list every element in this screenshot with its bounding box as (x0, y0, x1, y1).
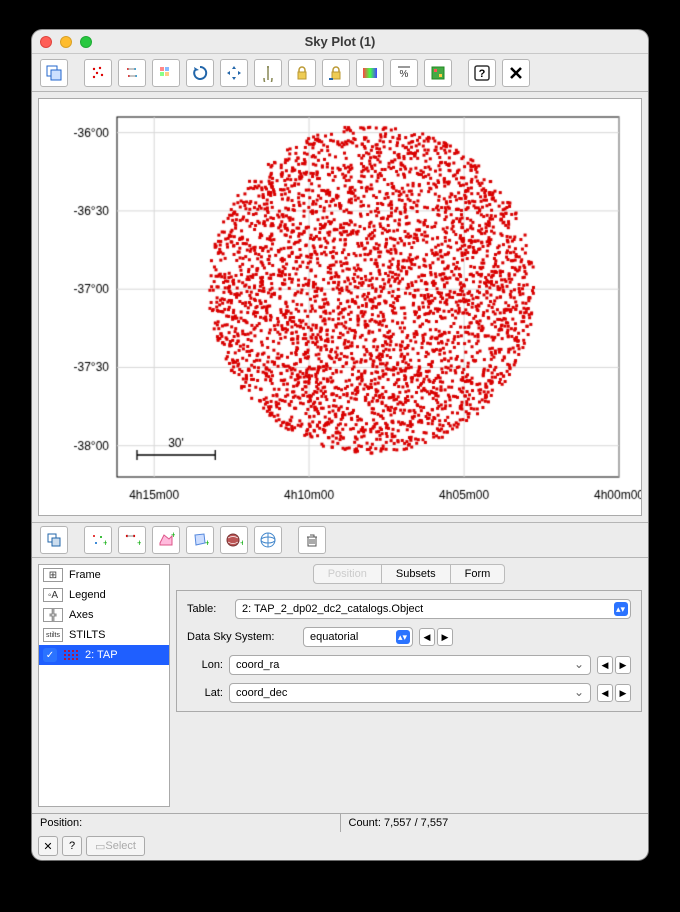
tree-item-frame[interactable]: ⊞Frame (39, 565, 169, 585)
tree-item-layer-tap[interactable]: ✓ 2: TAP (39, 645, 169, 665)
lat-label: Lat: (187, 687, 223, 699)
lock-axes-button[interactable] (322, 59, 350, 87)
add-position-layer-button[interactable] (40, 526, 68, 554)
tree-item-label: Frame (69, 569, 101, 581)
add-healpix-layer-button[interactable]: + (220, 526, 248, 554)
sky-system-label: Data Sky System: (187, 631, 297, 643)
layer-tree[interactable]: ⊞Frame ◦ALegend ╬Axes stiltsSTILTS ✓ 2: … (38, 564, 170, 807)
titlebar: Sky Plot (1) (32, 30, 648, 54)
datastore-button[interactable] (424, 59, 452, 87)
tree-item-label: STILTS (69, 629, 105, 641)
position-panel: Table: 2: TAP_2_dp02_dc2_catalogs.Object… (176, 590, 642, 712)
pair-layer-button[interactable] (118, 59, 146, 87)
lon-label: Lon: (187, 659, 223, 671)
tree-item-label: Axes (69, 609, 93, 621)
select-button[interactable]: ▭ Select (86, 836, 145, 856)
layer-swatch-icon (63, 649, 79, 661)
table-select[interactable]: 2: TAP_2_dp02_dc2_catalogs.Object▴▾ (235, 599, 631, 619)
layer-visible-checkbox[interactable]: ✓ (43, 648, 57, 662)
delete-layer-button[interactable] (298, 526, 326, 554)
aux-shader-button[interactable] (356, 59, 384, 87)
bottom-bar: ✕ ? ▭ Select (32, 832, 648, 860)
sky-system-select[interactable]: equatorial▴▾ (303, 627, 413, 647)
count-value: 7,557 / 7,557 (384, 817, 448, 829)
lat-next-button[interactable]: ▶ (615, 684, 631, 702)
add-mark-layer-button[interactable]: + (84, 526, 112, 554)
svg-text:+: + (103, 538, 107, 548)
tree-item-label: Legend (69, 589, 106, 601)
window: Sky Plot (1) % ? + + + + + (32, 30, 648, 860)
lat-prev-button[interactable]: ◀ (597, 684, 613, 702)
help-small-button[interactable]: ? (62, 836, 82, 856)
add-area-layer-button[interactable]: + (152, 526, 180, 554)
sky-prev-button[interactable]: ◀ (419, 628, 435, 646)
lat-field[interactable]: coord_dec (229, 683, 591, 703)
percent-button[interactable]: % (390, 59, 418, 87)
tab-subsets[interactable]: Subsets (382, 564, 451, 584)
zoom-window-button[interactable] (80, 36, 92, 48)
tab-position[interactable]: Position (313, 564, 382, 584)
layer-toolbar: + + + + + (32, 522, 648, 558)
svg-text:+: + (171, 531, 175, 540)
close-button[interactable] (502, 59, 530, 87)
close-window-button[interactable] (40, 36, 52, 48)
lock-aux-button[interactable] (288, 59, 316, 87)
measure-button[interactable] (254, 59, 282, 87)
table-label: Table: (187, 603, 229, 615)
grid-layer-button[interactable] (152, 59, 180, 87)
lon-next-button[interactable]: ▶ (615, 656, 631, 674)
svg-text:+: + (205, 538, 209, 548)
tree-item-legend[interactable]: ◦ALegend (39, 585, 169, 605)
tree-item-axes[interactable]: ╬Axes (39, 605, 169, 625)
tab-form[interactable]: Form (451, 564, 506, 584)
plot-viewport[interactable] (38, 98, 642, 516)
points-layer-button[interactable] (84, 59, 112, 87)
svg-text:+: + (240, 538, 243, 548)
replot-button[interactable] (186, 59, 214, 87)
dismiss-button[interactable]: ✕ (38, 836, 58, 856)
add-pair-layer-button[interactable]: + (118, 526, 146, 554)
sky-next-button[interactable]: ▶ (437, 628, 453, 646)
count-label: Count: (349, 817, 381, 829)
position-readout-label: Position: (40, 817, 82, 829)
add-quad-layer-button[interactable]: + (186, 526, 214, 554)
status-bar: Position: Count: 7,557 / 7,557 (32, 813, 648, 832)
svg-text:+: + (137, 538, 141, 548)
svg-text:?: ? (479, 68, 486, 80)
window-title: Sky Plot (1) (40, 34, 640, 49)
export-plot-button[interactable] (40, 59, 68, 87)
minimize-window-button[interactable] (60, 36, 72, 48)
help-button[interactable]: ? (468, 59, 496, 87)
svg-text:%: % (400, 69, 409, 80)
lon-field[interactable]: coord_ra (229, 655, 591, 675)
tree-item-stilts[interactable]: stiltsSTILTS (39, 625, 169, 645)
lon-prev-button[interactable]: ◀ (597, 656, 613, 674)
rescale-button[interactable] (220, 59, 248, 87)
layer-config-pane: Position Subsets Form Table: 2: TAP_2_dp… (176, 564, 642, 807)
main-toolbar: % ? (32, 54, 648, 92)
config-tabs: Position Subsets Form (176, 564, 642, 584)
tree-item-label: 2: TAP (85, 649, 118, 661)
body: ⊞Frame ◦ALegend ╬Axes stiltsSTILTS ✓ 2: … (32, 558, 648, 813)
add-sphere-grid-button[interactable] (254, 526, 282, 554)
